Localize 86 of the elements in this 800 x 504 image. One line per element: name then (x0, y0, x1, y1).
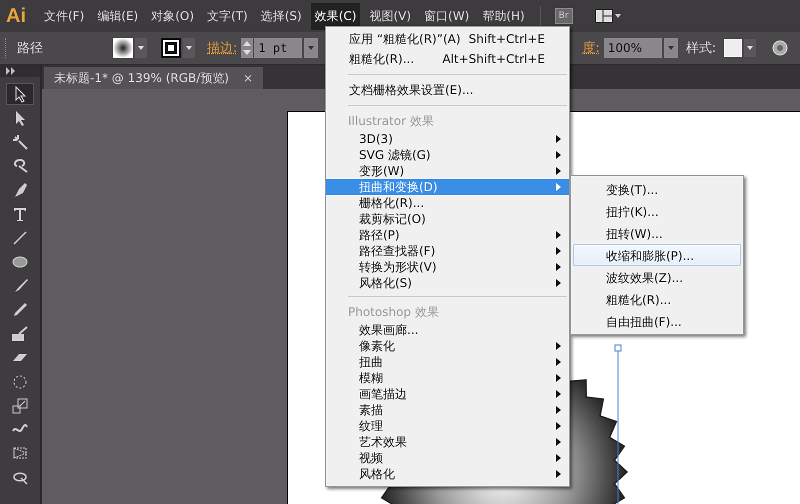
menu-item[interactable]: 风格化(S) (326, 275, 569, 291)
menu-item[interactable]: 纹理 (326, 418, 569, 434)
menu-item[interactable]: 文档栅格效果设置(E)... (326, 80, 569, 100)
app-logo: Ai (6, 4, 26, 28)
menu-item-label: 文档栅格效果设置(E)... (349, 82, 474, 98)
menu-item-label: 风格化 (359, 466, 395, 482)
menu-item-label: 风格化(S) (359, 274, 412, 292)
menu-item-label: SVG 滤镜(G) (359, 146, 431, 164)
stepper-icon[interactable] (241, 38, 254, 58)
menu-item[interactable]: 模糊 (326, 370, 569, 386)
menu-item-label: 模糊 (359, 370, 383, 386)
menu-item[interactable]: 路径查找器(F) (326, 243, 569, 259)
menu-bar-item[interactable]: 文字(T) (203, 2, 252, 30)
menu-item-shortcut: Shift+Ctrl+E (468, 32, 545, 46)
opacity-label[interactable]: 度: (582, 39, 600, 57)
dropdown-caret-icon[interactable] (664, 38, 678, 58)
menu-item-label: 素描 (359, 402, 383, 418)
submenu-item[interactable]: 扭转(W)... (573, 222, 741, 244)
menu-item[interactable]: 扭曲 (326, 354, 569, 370)
stroke-weight-field[interactable]: 1 pt (254, 38, 302, 58)
menu-bar-item[interactable]: 效果(C) (310, 2, 360, 30)
menu-item[interactable]: 变形(W) (326, 163, 569, 179)
menu-bar-item[interactable]: 帮助(H) (478, 2, 529, 30)
submenu-item[interactable]: 自由扭曲(F)... (573, 310, 741, 332)
dropdown-caret-icon[interactable] (304, 38, 318, 58)
menu-item-label: 纹理 (359, 418, 383, 434)
menu-item[interactable]: 裁剪标记(O) (326, 211, 569, 227)
menu-item-label: 扭曲和变换(D) (359, 178, 438, 196)
menu-bar-item[interactable]: 编辑(E) (93, 2, 142, 30)
menu-bar-item[interactable]: 窗口(W) (420, 2, 474, 30)
menu-item-label: 3D(3) (359, 132, 393, 146)
stroke-label[interactable]: 描边: (207, 39, 238, 57)
menu-item-label: 扭曲 (359, 354, 383, 370)
style-swatch[interactable] (724, 39, 742, 57)
menu-bar-item[interactable]: 文件(F) (40, 2, 88, 30)
menu-item-label: 裁剪标记(O) (359, 210, 426, 228)
dropdown-caret-icon[interactable] (135, 38, 147, 58)
menu-item-label: 粗糙化(R)... (349, 50, 414, 68)
menu-item[interactable]: 像素化 (326, 338, 569, 354)
menu-bar-item[interactable]: 对象(O) (147, 2, 198, 30)
menu-item-label: 栅格化(R)... (359, 194, 424, 212)
menu-section-header: Illustrator 效果 (347, 113, 435, 130)
menu-item[interactable]: 视频 (326, 450, 569, 466)
opacity-field[interactable]: 100% (604, 38, 662, 58)
submenu-item[interactable]: 扭拧(K)... (573, 200, 741, 222)
menu-item[interactable]: 艺术效果 (326, 434, 569, 450)
close-tab-button[interactable]: × (243, 71, 254, 85)
menu-bar-item[interactable]: 选择(S) (256, 2, 306, 30)
dropdown-caret-icon[interactable] (744, 39, 756, 57)
menu-item[interactable]: 粗糙化(R)... Alt+Shift+Ctrl+E (326, 49, 569, 69)
menu-item-label: 路径查找器(F) (359, 242, 436, 260)
menu-item-label: 转换为形状(V) (359, 258, 437, 276)
menu-item[interactable]: 素描 (326, 402, 569, 418)
workspace-layout-icon[interactable] (594, 9, 621, 23)
menu-item[interactable]: SVG 滤镜(G) (326, 147, 569, 163)
submenu-item[interactable]: 收缩和膨胀(P)... (573, 244, 741, 266)
menu-item[interactable]: 风格化 (326, 466, 569, 482)
menu-item-label: 效果画廊... (359, 322, 418, 338)
panel-collapse-icon[interactable] (6, 67, 16, 75)
menu-item[interactable]: 栅格化(R)... (326, 195, 569, 211)
style-label: 样式: (686, 40, 716, 57)
object-type-label: 路径 (17, 40, 43, 57)
menu-bar-item[interactable]: 视图(V) (365, 2, 416, 30)
menu-item[interactable]: 应用 “粗糙化(R)”(A) Shift+Ctrl+E (326, 29, 569, 49)
menu-item-label: 应用 “粗糙化(R)”(A) (349, 30, 461, 48)
menu-item-label: 视频 (359, 450, 383, 466)
menu-section-header: Photoshop 效果 (347, 304, 440, 321)
submenu-item[interactable]: 变换(T)... (573, 178, 741, 200)
menu-item-shortcut: Alt+Shift+Ctrl+E (442, 52, 545, 66)
menu-item-label: 路径(P) (359, 226, 400, 244)
menu-item-label: 像素化 (359, 338, 395, 354)
dropdown-caret-icon[interactable] (183, 38, 195, 58)
menu-item-label: 画笔描边 (359, 386, 407, 402)
fill-swatch[interactable] (113, 38, 133, 58)
stroke-swatch[interactable] (161, 38, 181, 58)
menu-item[interactable]: 3D(3) (326, 131, 569, 147)
document-tab-title: 未标题-1* @ 139% (RGB/预览) (54, 70, 229, 86)
menu-item-label: 艺术效果 (359, 434, 407, 450)
menu-item[interactable]: 画笔描边 (326, 386, 569, 402)
document-tab[interactable]: 未标题-1* @ 139% (RGB/预览) × (44, 67, 264, 89)
submenu-item[interactable]: 波纹效果(Z)... (573, 266, 741, 288)
menu-item[interactable]: 路径(P) (326, 227, 569, 243)
menu-item[interactable]: 效果画廊... (326, 322, 569, 338)
menu-item-label: 变形(W) (359, 162, 404, 180)
menu-item[interactable]: 转换为形状(V) (326, 259, 569, 275)
submenu-item[interactable]: 粗糙化(R)... (573, 288, 741, 310)
